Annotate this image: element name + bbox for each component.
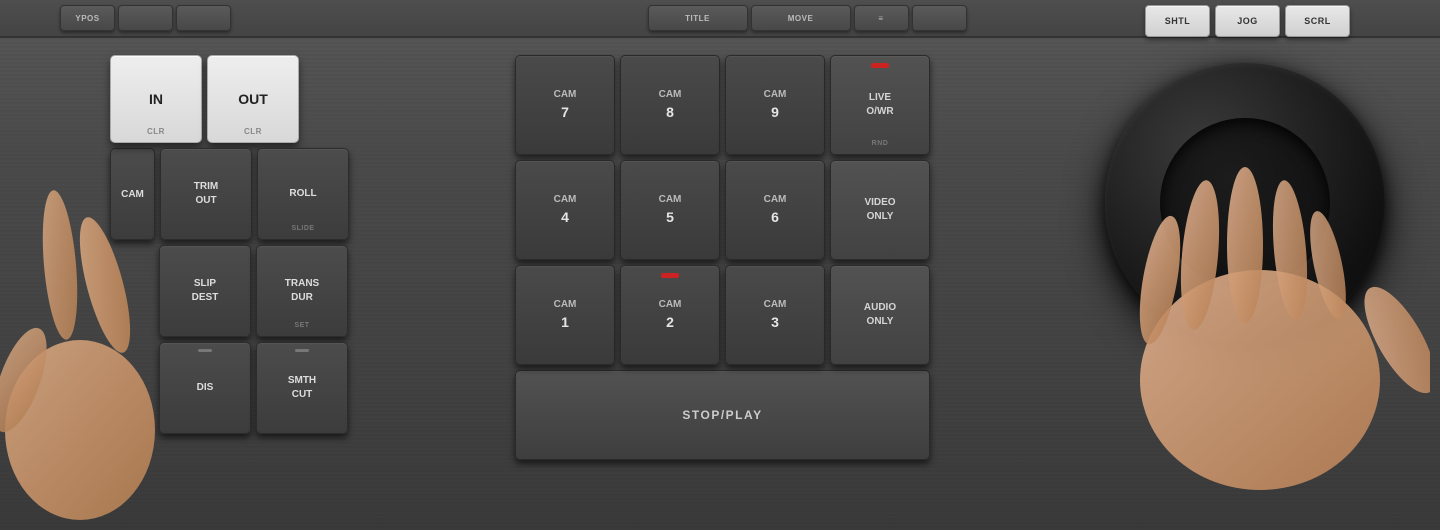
- smth-cut-label: SMTHCUT: [288, 374, 316, 402]
- cam-5-key[interactable]: CAM 5: [620, 160, 720, 260]
- dark-row-2: SLIPDEST TRANSDUR SET: [110, 245, 349, 337]
- trim-out-label: TRIMOUT: [194, 180, 218, 208]
- trim-out-key[interactable]: TRIMOUT: [160, 148, 252, 240]
- menu-key[interactable]: ≡: [854, 5, 909, 31]
- cam5-num: 5: [666, 207, 674, 228]
- live-owr-indicator: [871, 63, 889, 68]
- blank-key-3[interactable]: [912, 5, 967, 31]
- cam-partial-key[interactable]: CAM: [110, 148, 155, 240]
- cam-row-top: CAM 7 CAM 8 CAM 9 LIVEO/WR RND: [515, 55, 930, 155]
- trans-dur-label: TRANSDUR: [285, 277, 319, 305]
- scrl-key[interactable]: SCRL: [1285, 5, 1350, 37]
- dis-label: DIS: [197, 381, 214, 395]
- cam9-num: 9: [771, 102, 779, 123]
- ypos-key[interactable]: YPOS: [60, 5, 115, 31]
- cam-6-key[interactable]: CAM 6: [725, 160, 825, 260]
- in-clr-label: CLR: [147, 127, 165, 136]
- dark-row-1: CAM TRIMOUT ROLL SLIDE: [110, 148, 349, 240]
- video-only-key[interactable]: VIDEOONLY: [830, 160, 930, 260]
- cam-3-key[interactable]: CAM 3: [725, 265, 825, 365]
- audio-only-key[interactable]: AUDIOONLY: [830, 265, 930, 365]
- blank-key-2[interactable]: [176, 5, 231, 31]
- stop-play-key[interactable]: STOP/PLAY: [515, 370, 930, 460]
- cam4-label: CAM: [554, 192, 577, 207]
- dis-indicator: [198, 349, 212, 352]
- in-label: IN: [149, 91, 163, 107]
- live-owr-key[interactable]: LIVEO/WR RND: [830, 55, 930, 155]
- in-out-row: IN CLR OUT CLR: [110, 55, 349, 143]
- trans-dur-key[interactable]: TRANSDUR SET: [256, 245, 348, 337]
- cam3-label: CAM: [764, 297, 787, 312]
- dark-rows: CAM TRIMOUT ROLL SLIDE SLIPDEST TRANSDUR…: [110, 148, 349, 434]
- cam-7-key[interactable]: CAM 7: [515, 55, 615, 155]
- cam2-indicator: [661, 273, 679, 278]
- cam-section: CAM 7 CAM 8 CAM 9 LIVEO/WR RND CAM 4: [515, 55, 930, 460]
- slide-sublabel: SLIDE: [291, 224, 314, 234]
- slip-dest-key[interactable]: SLIPDEST: [159, 245, 251, 337]
- live-owr-label: LIVEO/WR: [866, 91, 893, 119]
- cam1-label: CAM: [554, 297, 577, 312]
- cam-4-key[interactable]: CAM 4: [515, 160, 615, 260]
- move-key[interactable]: MOVE: [751, 5, 851, 31]
- cam-1-key[interactable]: CAM 1: [515, 265, 615, 365]
- stop-play-label: STOP/PLAY: [682, 408, 762, 422]
- jog-area: [1105, 55, 1385, 343]
- cam8-num: 8: [666, 102, 674, 123]
- keyboard-layout: YPOS TITLE MOVE ≡ SHTL JOG SCRL IN CLR O…: [0, 0, 1440, 530]
- in-key[interactable]: IN CLR: [110, 55, 202, 143]
- out-key[interactable]: OUT CLR: [207, 55, 299, 143]
- cam-2-key[interactable]: CAM 2: [620, 265, 720, 365]
- cam7-label: CAM: [554, 87, 577, 102]
- stop-play-row: STOP/PLAY: [515, 370, 930, 460]
- cam9-label: CAM: [764, 87, 787, 102]
- smth-cut-indicator: [295, 349, 309, 352]
- video-only-label: VIDEOONLY: [864, 196, 895, 224]
- cam-9-key[interactable]: CAM 9: [725, 55, 825, 155]
- cam2-num: 2: [666, 312, 674, 333]
- jog-key[interactable]: JOG: [1215, 5, 1280, 37]
- jog-wheel[interactable]: [1105, 63, 1385, 343]
- jog-wheel-inner: [1160, 118, 1330, 288]
- audio-only-label: AUDIOONLY: [864, 301, 896, 329]
- set-sublabel: SET: [294, 321, 309, 331]
- shtl-key[interactable]: SHTL: [1145, 5, 1210, 37]
- transport-keys: SHTL JOG SCRL: [1145, 5, 1350, 37]
- slip-dest-label: SLIPDEST: [192, 277, 219, 305]
- cam5-label: CAM: [659, 192, 682, 207]
- rnd-sublabel: RND: [872, 139, 889, 149]
- cam8-label: CAM: [659, 87, 682, 102]
- cam6-num: 6: [771, 207, 779, 228]
- cam4-num: 4: [561, 207, 569, 228]
- cam-partial-label: CAM: [121, 189, 144, 200]
- roll-key[interactable]: ROLL SLIDE: [257, 148, 349, 240]
- dark-row-3: DIS SMTHCUT: [159, 342, 349, 434]
- roll-label: ROLL: [289, 187, 316, 201]
- dis-key[interactable]: DIS: [159, 342, 251, 434]
- blank-key-1[interactable]: [118, 5, 173, 31]
- cam7-num: 7: [561, 102, 569, 123]
- smth-cut-key[interactable]: SMTHCUT: [256, 342, 348, 434]
- cam-8-key[interactable]: CAM 8: [620, 55, 720, 155]
- cam2-label: CAM: [659, 297, 682, 312]
- out-clr-label: CLR: [244, 127, 262, 136]
- cam-row-mid: CAM 4 CAM 5 CAM 6 VIDEOONLY: [515, 160, 930, 260]
- cam1-num: 1: [561, 312, 569, 333]
- cam6-label: CAM: [764, 192, 787, 207]
- title-key[interactable]: TITLE: [648, 5, 748, 31]
- left-edit-section: IN CLR OUT CLR CAM TRIMOUT ROLL SLIDE: [110, 55, 349, 434]
- cam-row-bot: CAM 1 CAM 2 CAM 3 AUDIOONLY: [515, 265, 930, 365]
- out-label: OUT: [238, 91, 268, 107]
- cam3-num: 3: [771, 312, 779, 333]
